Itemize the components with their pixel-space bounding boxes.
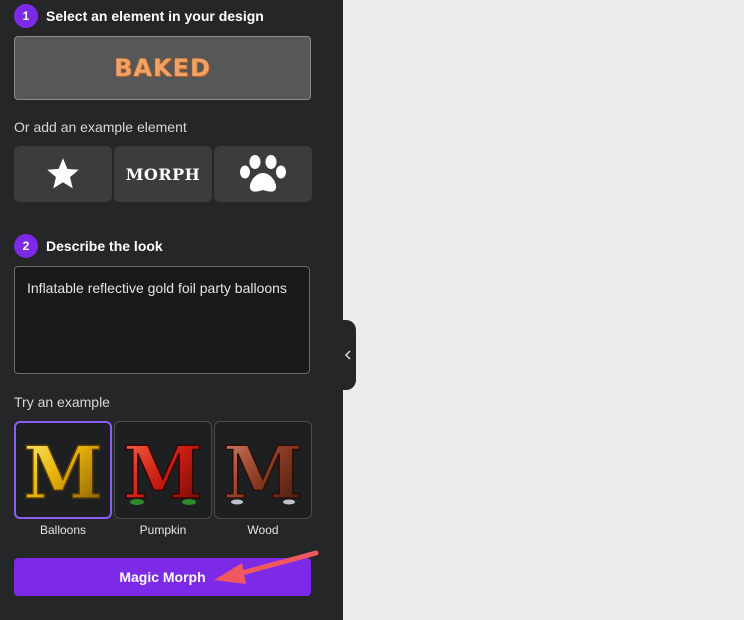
style-wood[interactable]: M Wood (214, 421, 312, 537)
style-thumbnail: M (14, 421, 112, 519)
balloons-letter-icon: M (23, 430, 103, 510)
svg-text:M: M (223, 430, 303, 510)
style-label: Pumpkin (139, 523, 187, 537)
style-thumbnail: M (114, 421, 212, 519)
example-morph-button[interactable]: MORPH (114, 146, 212, 202)
star-icon (47, 158, 79, 189)
magic-morph-panel: 1 Select an element in your design BAKED… (0, 0, 343, 620)
chevron-left-icon (344, 350, 351, 360)
style-thumbnail: M (214, 421, 312, 519)
try-example-label: Try an example (14, 394, 110, 410)
description-textarea[interactable]: Inflatable reflective gold foil party ba… (14, 266, 310, 374)
style-label: Wood (247, 523, 279, 537)
selected-element-preview[interactable]: BAKED (14, 36, 311, 100)
style-examples: M Balloons M Pumpkin M Wood (14, 421, 312, 537)
example-star-button[interactable] (14, 146, 112, 202)
svg-text:M: M (123, 430, 203, 510)
step-title: Describe the look (46, 238, 163, 254)
wood-letter-icon: M (223, 430, 303, 510)
step-1-header: 1 Select an element in your design (14, 4, 264, 28)
design-canvas[interactable] (343, 0, 744, 620)
example-elements: MORPH (14, 146, 312, 202)
step-number-badge: 2 (14, 234, 38, 258)
selected-element-text: BAKED (114, 54, 211, 82)
svg-text:M: M (23, 430, 103, 510)
step-title: Select an element in your design (46, 8, 264, 24)
style-label: Balloons (39, 523, 87, 537)
magic-morph-button[interactable]: Magic Morph (14, 558, 311, 596)
example-element-prompt: Or add an example element (14, 119, 187, 135)
pumpkin-letter-icon: M (123, 430, 203, 510)
style-pumpkin[interactable]: M Pumpkin (114, 421, 212, 537)
step-number-badge: 1 (14, 4, 38, 28)
example-morph-label: MORPH (125, 164, 201, 184)
collapse-panel-button[interactable] (340, 320, 356, 390)
paw-icon (240, 155, 286, 192)
example-paw-button[interactable] (214, 146, 312, 202)
step-2-header: 2 Describe the look (14, 234, 163, 258)
style-balloons[interactable]: M Balloons (14, 421, 112, 537)
